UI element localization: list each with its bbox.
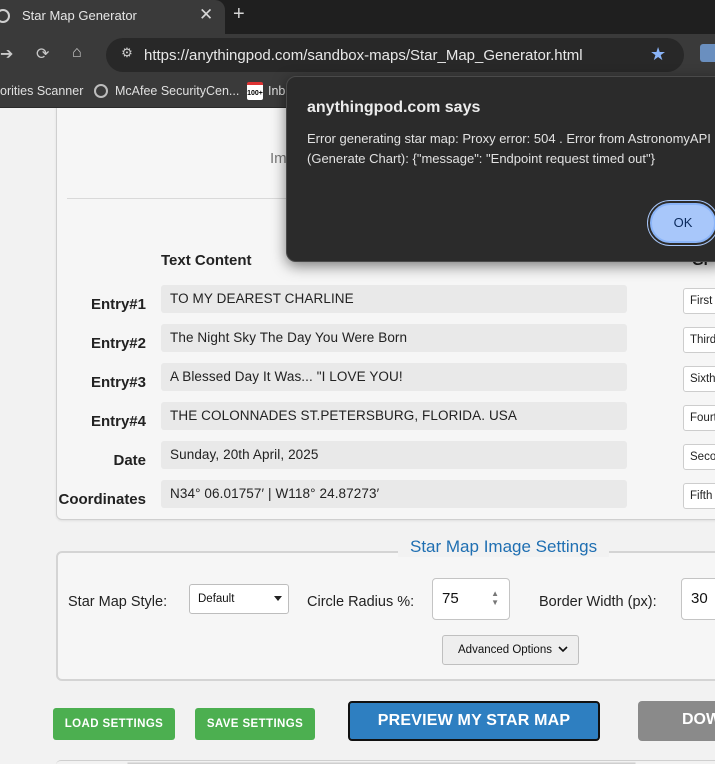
bookmark-mcafee[interactable]: McAfee SecurityCen...: [115, 84, 239, 98]
browser-toolbar: ➔ ⟳ ⌂ ⚙ https://anythingpod.com/sandbox-…: [0, 34, 715, 76]
site-info-icon[interactable]: ⚙: [116, 45, 138, 65]
text-content-header: Text Content: [161, 252, 252, 269]
image-settings-title: Star Map Image Settings: [398, 537, 610, 557]
coordinates-label: Coordinates: [58, 491, 146, 508]
advanced-options-label: Advanced Options: [458, 644, 552, 656]
chevron-down-icon: [558, 646, 568, 653]
spinner-arrows-icon[interactable]: ▲ ▼: [491, 589, 499, 607]
entry2-label: Entry#2: [90, 335, 146, 352]
entry1-label: Entry#1: [90, 296, 146, 313]
bookmark-star-icon[interactable]: ★: [650, 44, 666, 65]
image-settings-card: [56, 551, 715, 681]
border-input[interactable]: 30: [681, 578, 715, 620]
caret-down-icon: [274, 596, 282, 601]
home-icon[interactable]: ⌂: [72, 44, 82, 62]
entry4-label: Entry#4: [90, 413, 146, 430]
entry2-select[interactable]: Third: [683, 327, 715, 353]
download-button[interactable]: DOW: [638, 701, 715, 741]
style-value: Default: [198, 593, 235, 605]
date-label: Date: [113, 452, 146, 469]
advanced-options-button[interactable]: Advanced Options: [442, 635, 579, 665]
radius-label: Circle Radius %:: [307, 594, 415, 610]
date-input[interactable]: Sunday, 20th April, 2025: [161, 441, 627, 469]
entry3-input[interactable]: A Blessed Day It Was... "I LOVE YOU!: [161, 363, 627, 391]
entry2-input[interactable]: The Night Sky The Day You Were Born: [161, 324, 627, 352]
entry3-label: Entry#3: [90, 374, 146, 391]
tab-star-map-generator[interactable]: Star Map Generator ✕: [0, 0, 225, 34]
globe-icon: [0, 9, 10, 23]
date-select[interactable]: Seco: [683, 444, 715, 470]
extension-icon[interactable]: [700, 44, 715, 62]
style-label: Star Map Style:: [68, 594, 168, 610]
entry4-select[interactable]: Fourt: [683, 405, 715, 431]
inbox-logo-icon: 100+: [247, 82, 263, 100]
radius-value: 75: [442, 590, 459, 607]
forward-icon[interactable]: ➔: [0, 44, 13, 64]
coordinates-input[interactable]: N34° 06.01757′ | W118° 24.87273′: [161, 480, 627, 508]
reload-icon[interactable]: ⟳: [36, 44, 49, 64]
entry3-select[interactable]: Sixth: [683, 366, 715, 392]
entry1-select[interactable]: First: [683, 288, 715, 314]
bookmark-scanner[interactable]: orities Scanner: [0, 84, 83, 98]
entry4-input[interactable]: THE COLONNADES ST.PETERSBURG, FLORIDA. U…: [161, 402, 627, 430]
url-text[interactable]: https://anythingpod.com/sandbox-maps/Sta…: [144, 47, 583, 64]
dialog-title: anythingpod.com says: [307, 99, 481, 116]
coordinates-select[interactable]: Fifth: [683, 483, 715, 509]
dialog-message: Error generating star map: Proxy error: …: [307, 131, 711, 166]
close-tab-icon[interactable]: ✕: [199, 5, 213, 25]
border-label: Border Width (px):: [539, 594, 657, 610]
globe-icon: [94, 84, 108, 98]
ok-button[interactable]: OK: [648, 201, 715, 245]
bookmark-inbox[interactable]: Inb: [268, 84, 285, 98]
new-tab-button[interactable]: +: [233, 3, 245, 26]
tab-title: Star Map Generator: [22, 8, 137, 23]
load-settings-button[interactable]: LOAD SETTINGS: [53, 708, 175, 740]
tab-strip: Star Map Generator ✕ +: [0, 0, 715, 34]
alert-dialog: anythingpod.com says Error generating st…: [286, 76, 715, 262]
entry1-input[interactable]: TO MY DEAREST CHARLINE: [161, 285, 627, 313]
next-card-edge: [56, 760, 715, 764]
border-value: 30: [691, 590, 708, 607]
save-settings-button[interactable]: SAVE SETTINGS: [195, 708, 315, 740]
radius-input[interactable]: 75 ▲ ▼: [432, 578, 510, 620]
preview-star-map-button[interactable]: PREVIEW MY STAR MAP: [348, 701, 600, 741]
address-bar[interactable]: ⚙ https://anythingpod.com/sandbox-maps/S…: [106, 38, 684, 72]
partial-text: Im: [270, 150, 287, 167]
style-select[interactable]: Default: [189, 584, 289, 614]
